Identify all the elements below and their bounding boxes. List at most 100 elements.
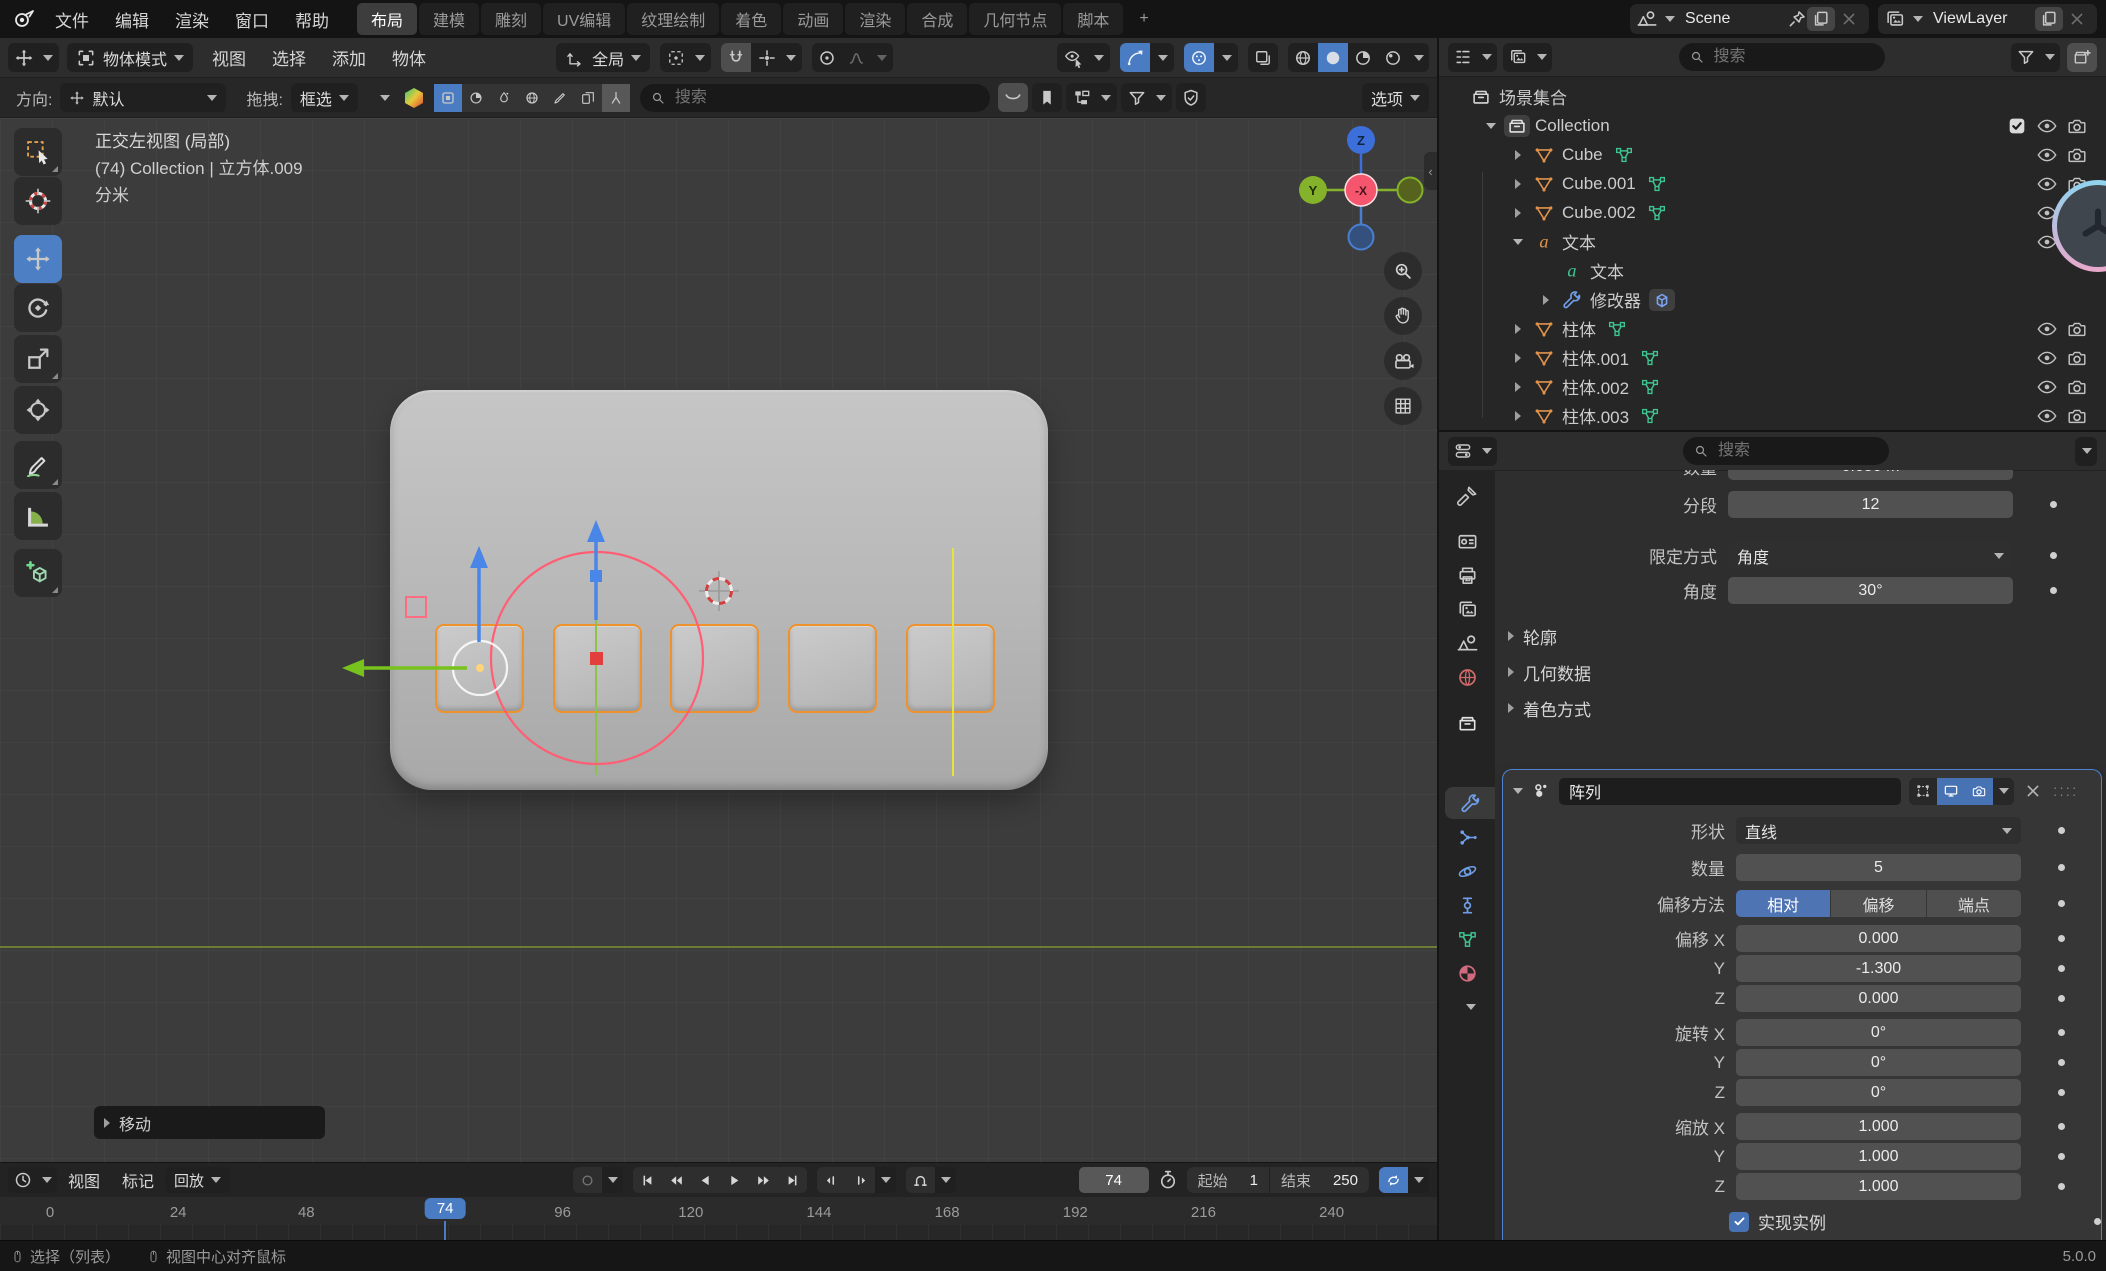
workspace-tab-建模[interactable]: 建模 [419, 3, 479, 35]
snap-toggle[interactable] [721, 43, 751, 72]
workspace-tab-合成[interactable]: 合成 [907, 3, 967, 35]
outliner-search[interactable] [1679, 43, 1885, 71]
sidebar-collapse-tab[interactable]: ‹ [1424, 152, 1437, 190]
options-dropdown[interactable]: 选项 [1362, 83, 1429, 112]
display-render-toggle[interactable] [1965, 778, 1993, 805]
value-field[interactable]: 0° [1736, 1079, 2021, 1106]
eye-toggle[interactable] [2032, 115, 2062, 137]
tab-constraints[interactable] [1439, 889, 1495, 921]
remove-modifier-button[interactable] [2023, 781, 2043, 801]
frame-step-back-button[interactable] [817, 1167, 846, 1193]
empty-square[interactable] [406, 597, 426, 617]
tab-physics[interactable] [1439, 855, 1495, 887]
collapse-chevron-icon[interactable] [380, 95, 390, 101]
bookmark-button[interactable] [1032, 83, 1062, 112]
topbar-menu-编辑[interactable]: 编辑 [102, 7, 162, 32]
previous-keyframe-button[interactable] [662, 1167, 691, 1193]
stopwatch-icon[interactable] [1157, 1169, 1179, 1191]
frame-end-field[interactable]: 结束250 [1270, 1167, 1369, 1193]
animate-dot[interactable] [2058, 1059, 2065, 1066]
tab-modifiers[interactable] [1445, 787, 1495, 819]
outliner-row[interactable]: 柱体.003 [1439, 401, 2106, 430]
mode-dropdown[interactable]: 物体模式 [67, 43, 193, 72]
transform-tool[interactable] [14, 386, 62, 434]
pan-button[interactable] [1384, 297, 1422, 335]
value-field[interactable]: 0.000 [1736, 985, 2021, 1012]
animate-dot[interactable] [2094, 1218, 2101, 1225]
expand-toggle[interactable] [1505, 179, 1531, 189]
outliner-row[interactable]: 柱体.002 [1439, 372, 2106, 401]
outliner-filter-mode-dropdown[interactable] [1503, 43, 1552, 72]
plane-handle[interactable] [590, 570, 602, 582]
tab-particles[interactable] [1439, 821, 1495, 853]
viewport-menu-添加[interactable]: 添加 [319, 45, 379, 70]
outliner-row[interactable]: 修改器 [1439, 285, 2106, 314]
camera-toggle[interactable] [2062, 144, 2092, 166]
eye-toggle[interactable] [2032, 347, 2062, 369]
expand-toggle[interactable] [1505, 382, 1531, 392]
tab-render[interactable] [1439, 525, 1495, 557]
outliner-search-input[interactable] [1712, 47, 1875, 67]
direction-dropdown[interactable]: 默认 [60, 83, 226, 112]
sync-dropdown[interactable] [1408, 1167, 1429, 1193]
new-viewlayer-button[interactable] [2035, 7, 2063, 31]
value-field[interactable]: 1.000 [1736, 1113, 2021, 1140]
viewlayer-selector[interactable]: ViewLayer [1878, 4, 2097, 34]
modifier-name-field[interactable]: 阵列 [1559, 778, 1901, 805]
editor-type-button[interactable] [8, 43, 59, 72]
animate-dot[interactable] [2058, 1029, 2065, 1036]
z-arrow2-head[interactable] [470, 546, 488, 568]
orientation-dropdown[interactable]: 全局 [556, 43, 650, 72]
value-field[interactable]: 30° [1728, 577, 2013, 604]
properties-editor-type-button[interactable] [1448, 437, 1497, 466]
value-field[interactable]: 0.000 [1736, 925, 2021, 952]
play-button[interactable] [720, 1167, 749, 1193]
expand-toggle[interactable] [1505, 150, 1531, 160]
display-editmode-toggle[interactable] [1909, 778, 1937, 805]
cursor-tool[interactable] [14, 177, 62, 225]
selectability-toggle-6[interactable] [602, 84, 630, 112]
section-着色方式[interactable]: 着色方式 [1495, 693, 2106, 723]
camera-toggle[interactable] [2062, 376, 2092, 398]
selectability-toggle-0[interactable] [434, 84, 462, 112]
y-arrow-head[interactable] [342, 659, 364, 677]
eye-toggle[interactable] [2032, 376, 2062, 398]
axis-navigation-gizmo[interactable]: Z Y -X [1290, 118, 1437, 268]
tab-collection[interactable] [1439, 707, 1495, 739]
drag-handle[interactable]: ········ [2053, 784, 2078, 798]
animate-dot[interactable] [2058, 827, 2065, 834]
annotate-tool[interactable] [14, 441, 62, 489]
animate-dot[interactable] [2058, 1089, 2065, 1096]
viewport-menu-物体[interactable]: 物体 [379, 45, 439, 70]
selectability-toggle-4[interactable] [546, 84, 574, 112]
check-toggle[interactable] [2002, 115, 2032, 137]
frame-start-field[interactable]: 起始1 [1187, 1167, 1269, 1193]
expand-toggle[interactable] [1505, 353, 1531, 363]
hierarchy-dropdown[interactable] [1066, 83, 1117, 112]
outliner-row[interactable]: Collection [1439, 111, 2106, 140]
frame-step-forward-button[interactable] [846, 1167, 875, 1193]
new-collection-button[interactable] [2067, 43, 2097, 72]
viewport-search[interactable] [640, 84, 990, 112]
value-field[interactable]: 1.000 [1736, 1143, 2021, 1170]
value-field[interactable]: 12 [1728, 491, 2013, 518]
animate-dot[interactable] [2050, 587, 2057, 594]
segment-端点[interactable]: 端点 [1927, 890, 2021, 917]
keying-button[interactable] [906, 1167, 935, 1193]
shield-check-button[interactable] [1176, 83, 1206, 112]
outliner-display-mode-dropdown[interactable] [1448, 43, 1497, 72]
new-scene-button[interactable] [1807, 7, 1835, 31]
expand-toggle[interactable] [1505, 208, 1531, 218]
outliner-row[interactable]: Cube.001 [1439, 169, 2106, 198]
jump-to-end-button[interactable] [778, 1167, 807, 1193]
expand-toggle[interactable] [1505, 411, 1531, 421]
outliner-filter-dropdown[interactable] [2011, 43, 2060, 72]
play-reverse-button[interactable] [691, 1167, 720, 1193]
bevel-amount-field[interactable]: 0.050 m [1728, 470, 2013, 480]
z-arrow-head[interactable] [587, 520, 605, 542]
outliner-row[interactable]: 柱体.001 [1439, 343, 2106, 372]
outliner-row[interactable]: Cube [1439, 140, 2106, 169]
viewport-menu-选择[interactable]: 选择 [259, 45, 319, 70]
panel-expand-icon[interactable] [1513, 788, 1523, 794]
camera-toggle[interactable] [2062, 405, 2092, 427]
